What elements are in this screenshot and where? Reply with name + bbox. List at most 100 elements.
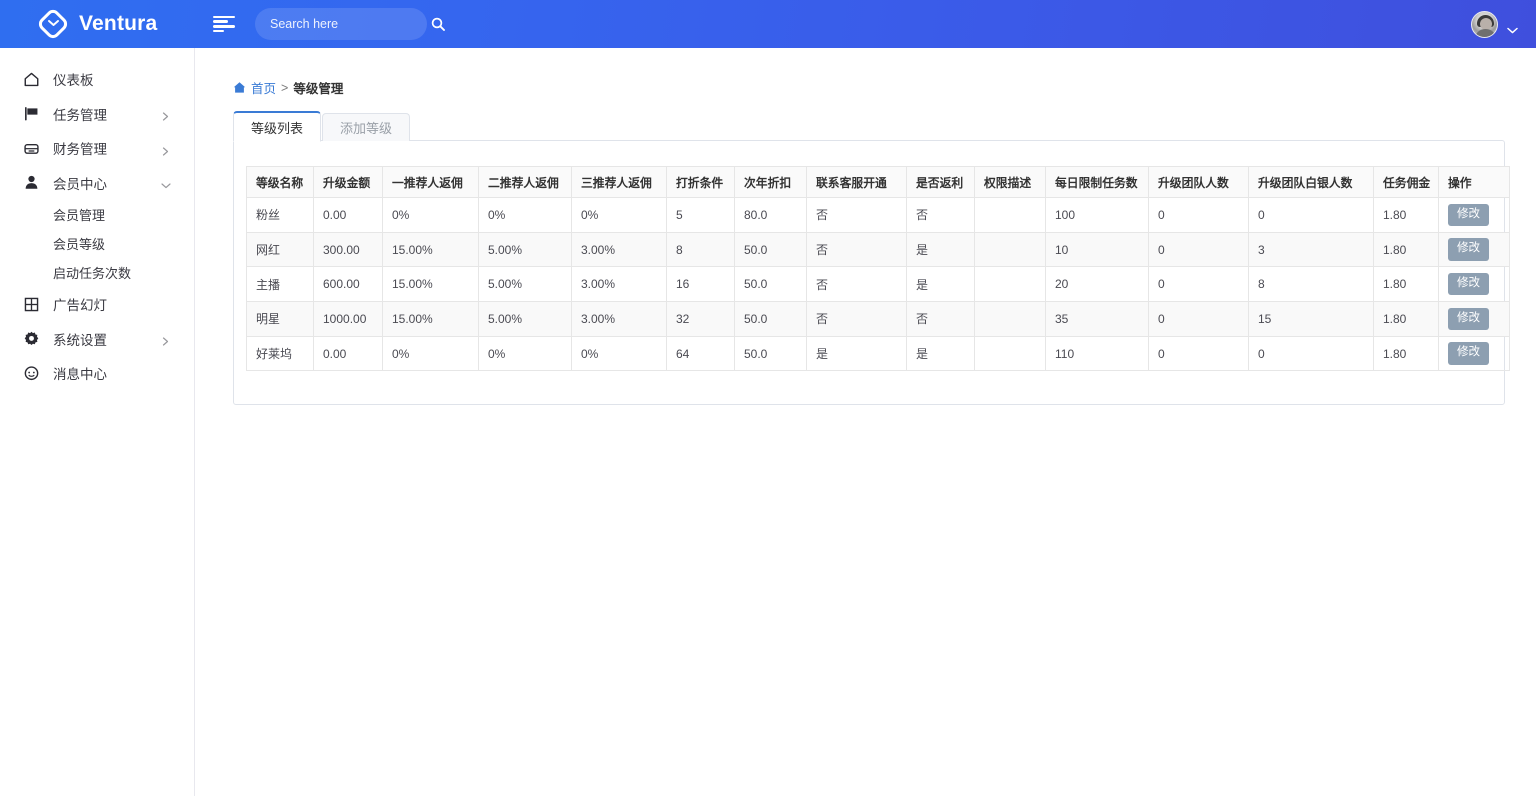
tab-bar: 等级列表 添加等级 — [233, 110, 1505, 141]
search-icon[interactable] — [431, 17, 445, 31]
table-cell — [975, 198, 1046, 233]
sidebar-subitem-label: 会员管理 — [53, 205, 105, 224]
sidebar-item-label: 任务管理 — [53, 104, 107, 124]
brand-logo[interactable]: Ventura — [0, 0, 195, 48]
chat-icon — [22, 364, 41, 383]
table-column-header: 三推荐人返佣 — [572, 167, 667, 198]
table-cell: 80.0 — [735, 198, 807, 233]
table-cell: 0 — [1149, 267, 1249, 302]
table-cell: 明星 — [247, 302, 314, 337]
table-cell: 是 — [807, 336, 907, 371]
table-cell — [975, 267, 1046, 302]
sidebar-item-member-center[interactable]: 会员中心 — [0, 166, 194, 201]
table-header: 等级名称升级金额一推荐人返佣二推荐人返佣三推荐人返佣打折条件次年折扣联系客服开通… — [247, 167, 1510, 198]
table-cell: 110 — [1046, 336, 1149, 371]
home-icon — [22, 70, 41, 89]
edit-button[interactable]: 修改 — [1448, 204, 1489, 227]
table-cell — [975, 232, 1046, 267]
sidebar-item-message-center[interactable]: 消息中心 — [0, 356, 194, 391]
sidebar-item-task-management[interactable]: 任务管理 — [0, 97, 194, 132]
sidebar-item-system-settings[interactable]: 系统设置 — [0, 322, 194, 357]
table-cell: 0% — [479, 198, 572, 233]
table-cell: 0% — [572, 198, 667, 233]
table-column-header: 二推荐人返佣 — [479, 167, 572, 198]
table-cell: 0% — [572, 336, 667, 371]
table-cell-action: 修改 — [1439, 302, 1510, 337]
hamburger-icon[interactable] — [213, 16, 235, 33]
sidebar-item-task-count[interactable]: 启动任务次数 — [0, 258, 194, 287]
chevron-right-icon — [161, 109, 170, 118]
sidebar-subitem-label: 启动任务次数 — [53, 263, 131, 282]
table-cell: 0 — [1249, 198, 1374, 233]
table-cell: 是 — [907, 232, 975, 267]
edit-button[interactable]: 修改 — [1448, 273, 1489, 296]
table-column-header: 操作 — [1439, 167, 1510, 198]
table-cell: 50.0 — [735, 232, 807, 267]
table-cell: 1.80 — [1374, 198, 1439, 233]
sidebar-subitem-label: 会员等级 — [53, 234, 105, 253]
level-list-panel: 等级名称升级金额一推荐人返佣二推荐人返佣三推荐人返佣打折条件次年折扣联系客服开通… — [233, 140, 1505, 405]
table-cell: 5 — [667, 198, 735, 233]
table-row: 明星1000.0015.00%5.00%3.00%3250.0否否350151.… — [247, 302, 1510, 337]
sidebar-item-ad-slides[interactable]: 广告幻灯 — [0, 287, 194, 322]
tab-add-level[interactable]: 添加等级 — [322, 113, 410, 141]
table-column-header: 升级团队人数 — [1149, 167, 1249, 198]
table-cell: 网红 — [247, 232, 314, 267]
chevron-down-icon[interactable] — [1507, 21, 1518, 28]
sidebar-item-finance-management[interactable]: 财务管理 — [0, 131, 194, 166]
avatar[interactable] — [1471, 11, 1498, 38]
table-cell: 5.00% — [479, 302, 572, 337]
table-cell: 0 — [1149, 336, 1249, 371]
sidebar-item-member-level[interactable]: 会员等级 — [0, 229, 194, 258]
table-cell-action: 修改 — [1439, 232, 1510, 267]
table-cell: 8 — [1249, 267, 1374, 302]
chevron-down-icon — [161, 178, 170, 187]
breadcrumb-separator: > — [281, 81, 288, 95]
table-body: 粉丝0.000%0%0%580.0否否100001.80修改网红300.0015… — [247, 198, 1510, 371]
grid-icon — [22, 295, 41, 314]
table-cell: 0 — [1149, 302, 1249, 337]
table-cell — [975, 302, 1046, 337]
chevron-right-icon — [161, 334, 170, 343]
table-cell: 1000.00 — [314, 302, 383, 337]
table-cell: 5.00% — [479, 267, 572, 302]
edit-button[interactable]: 修改 — [1448, 238, 1489, 261]
table-column-header: 次年折扣 — [735, 167, 807, 198]
sidebar-item-member-manage[interactable]: 会员管理 — [0, 200, 194, 229]
table-column-header: 联系客服开通 — [807, 167, 907, 198]
table-cell: 0% — [383, 336, 479, 371]
table-row: 好莱坞0.000%0%0%6450.0是是110001.80修改 — [247, 336, 1510, 371]
edit-button[interactable]: 修改 — [1448, 308, 1489, 331]
table-cell: 1.80 — [1374, 336, 1439, 371]
breadcrumb-home-link[interactable]: 首页 — [251, 78, 276, 97]
table-cell: 0% — [383, 198, 479, 233]
table-cell: 3.00% — [572, 302, 667, 337]
main-content: 首页 > 等级管理 等级列表 添加等级 等级名称升级金额一推荐人返佣二推荐人返佣… — [195, 48, 1536, 796]
wallet-icon — [22, 139, 41, 158]
table-column-header: 一推荐人返佣 — [383, 167, 479, 198]
diamond-chevron-logo-icon — [38, 9, 68, 39]
table-cell: 否 — [907, 198, 975, 233]
table-cell: 15.00% — [383, 302, 479, 337]
table-column-header: 是否返利 — [907, 167, 975, 198]
search-box[interactable] — [255, 8, 427, 40]
chevron-right-icon — [161, 144, 170, 153]
sidebar-item-label: 财务管理 — [53, 138, 107, 158]
gear-icon — [22, 329, 41, 348]
user-menu[interactable] — [1471, 11, 1536, 38]
search-input[interactable] — [270, 17, 431, 31]
tab-level-list[interactable]: 等级列表 — [233, 111, 321, 142]
table-cell: 0% — [479, 336, 572, 371]
table-cell: 3.00% — [572, 232, 667, 267]
table-cell: 好莱坞 — [247, 336, 314, 371]
table-cell: 1.80 — [1374, 232, 1439, 267]
table-column-header: 升级金额 — [314, 167, 383, 198]
table-column-header: 每日限制任务数 — [1046, 167, 1149, 198]
edit-button[interactable]: 修改 — [1448, 342, 1489, 365]
sidebar-item-label: 仪表板 — [53, 69, 94, 89]
sidebar-item-dashboard[interactable]: 仪表板 — [0, 62, 194, 97]
table-cell: 0.00 — [314, 198, 383, 233]
home-icon — [233, 81, 246, 94]
table-cell: 50.0 — [735, 302, 807, 337]
levels-table: 等级名称升级金额一推荐人返佣二推荐人返佣三推荐人返佣打折条件次年折扣联系客服开通… — [246, 166, 1510, 371]
